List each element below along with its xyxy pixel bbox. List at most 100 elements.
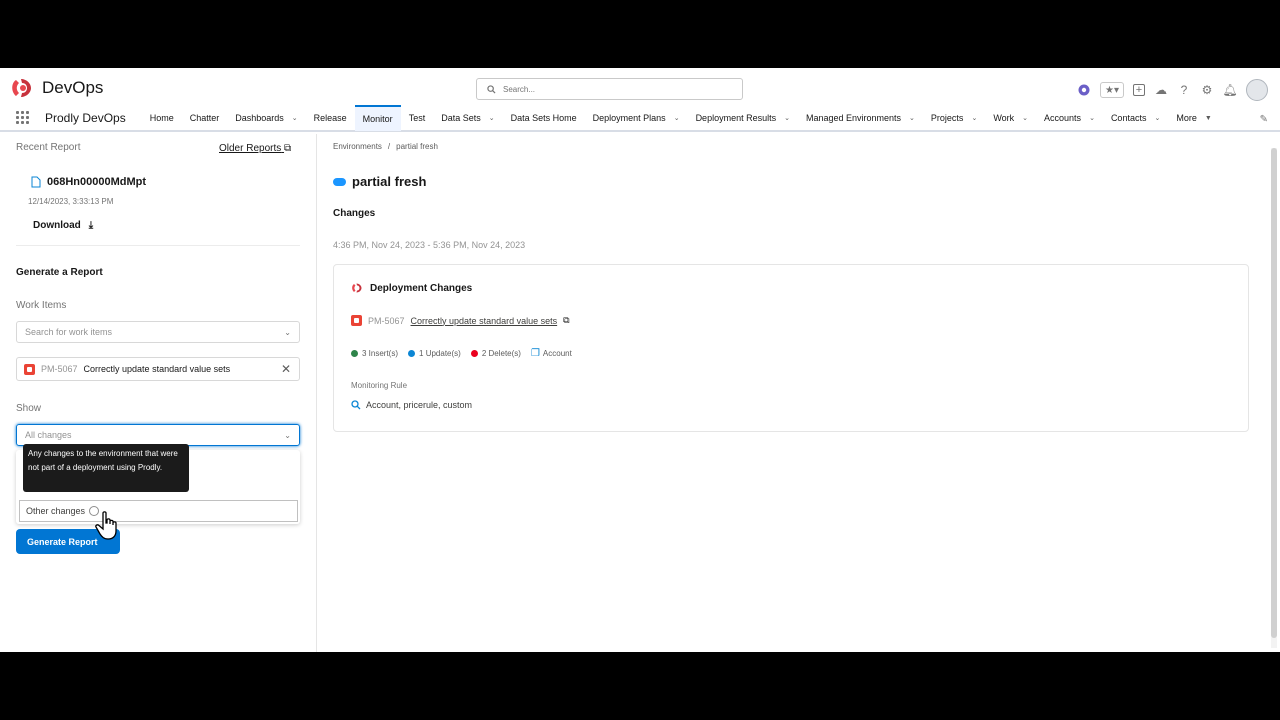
app-title: DevOps: [42, 78, 104, 97]
chevron-down-icon[interactable]: ⌄: [971, 114, 977, 122]
cloud-setup-icon[interactable]: ☁: [1154, 83, 1168, 97]
chevron-down-icon[interactable]: ⌄: [292, 114, 298, 122]
file-date: 12/14/2023, 3:33:13 PM: [28, 197, 114, 206]
app-logo[interactable]: DevOps: [10, 77, 103, 99]
nav-item-managed-environments[interactable]: Managed Environments ⌄: [798, 105, 923, 131]
older-reports-link[interactable]: Older Reports ⧉: [219, 143, 291, 154]
generate-report-heading: Generate a Report: [16, 267, 103, 278]
nav-item-release[interactable]: Release: [306, 105, 355, 131]
app-nav-bar: Prodly DevOps Home Chatter Dashboards ⌄ Rele…: [0, 105, 1280, 132]
chevron-down-icon[interactable]: ⌄: [1154, 114, 1160, 122]
work-item-title: Correctly update standard value sets: [83, 364, 231, 374]
nav-item-more[interactable]: More ▼: [1168, 105, 1219, 131]
breadcrumb: Environments / partial fresh: [333, 142, 438, 151]
work-items-placeholder: Search for work items: [25, 327, 113, 337]
favorites-star-icon[interactable]: ★▾: [1100, 82, 1124, 98]
show-select[interactable]: All changes ⌄: [16, 424, 300, 446]
nav-item-data-sets[interactable]: Data Sets ⌄: [433, 105, 502, 131]
nav-item-label: Contacts: [1110, 113, 1147, 123]
work-item-icon: [24, 363, 35, 375]
nav-item-label: Data Sets Home: [510, 113, 577, 123]
global-search-input[interactable]: Search...: [476, 78, 743, 100]
nav-item-label: Deployment Plans: [592, 113, 666, 123]
nav-item-label: Data Sets: [441, 113, 481, 123]
salesforce-cloud-icon: [333, 177, 346, 186]
nav-item-monitor[interactable]: Monitor: [354, 105, 401, 131]
update-label: 1 Update(s): [419, 349, 461, 358]
card-title-label: Deployment Changes: [370, 282, 473, 294]
work-items-search-input[interactable]: Search for work items ⌄: [16, 321, 300, 343]
nav-item-home[interactable]: Home: [142, 105, 182, 131]
monitoring-rule-label: Monitoring Rule: [351, 381, 408, 390]
recent-report-file[interactable]: 068Hn00000MdMpt: [31, 176, 146, 188]
external-link-icon[interactable]: ⧉: [563, 315, 569, 326]
nav-item-chatter[interactable]: Chatter: [182, 105, 228, 131]
external-link-icon: ⧉: [284, 143, 292, 154]
scrollbar[interactable]: [1271, 148, 1277, 648]
shield-icon[interactable]: [1077, 83, 1091, 97]
update-dot: [408, 350, 416, 357]
work-items-label: Work Items: [16, 300, 67, 311]
time-range: 4:36 PM, Nov 24, 2023 - 5:36 PM, Nov 24,…: [333, 240, 526, 250]
app-window: DevOps Search... ★▾ + ☁ ? ⚙ 🔔︎ Prodly De…: [0, 68, 1280, 652]
show-label: Show: [16, 403, 42, 414]
chevron-down-icon[interactable]: ⌄: [784, 114, 790, 122]
copy-objects-icon: ❐: [530, 348, 540, 359]
breadcrumb-environments[interactable]: Environments: [333, 142, 382, 151]
option-other-changes[interactable]: Other changes: [19, 500, 298, 522]
work-item-link[interactable]: Correctly update standard value sets: [411, 316, 558, 326]
scrollbar-thumb[interactable]: [1271, 148, 1277, 638]
search-placeholder: Search...: [503, 84, 536, 94]
app-name: Prodly DevOps: [45, 111, 126, 125]
left-panel: [0, 134, 317, 652]
nav-item-label: Deployment Results: [695, 113, 777, 123]
page-title: partial fresh: [333, 174, 426, 189]
search-icon: [487, 84, 496, 94]
chevron-down-icon[interactable]: ⌄: [909, 114, 915, 122]
app-launcher-icon[interactable]: [16, 111, 32, 125]
header-utility-icons: ★▾ + ☁ ? ⚙ 🔔︎: [1077, 79, 1268, 101]
remove-work-item-close-icon[interactable]: ✕: [281, 362, 291, 376]
nav-item-dashboards[interactable]: Dashboards ⌄: [227, 105, 305, 131]
nav-item-label: Accounts: [1044, 113, 1082, 123]
chevron-down-icon[interactable]: ⌄: [489, 114, 495, 122]
chevron-down-icon[interactable]: ⌄: [1022, 114, 1028, 122]
object-badge[interactable]: ❐ Account: [531, 348, 572, 359]
selected-work-item-pill: PM-5067 Correctly update standard value …: [16, 357, 300, 381]
option-label: Other changes: [26, 506, 86, 516]
edit-nav-pencil-icon[interactable]: ✎: [1260, 114, 1268, 125]
nav-item-accounts[interactable]: Accounts ⌄: [1036, 105, 1103, 131]
monitoring-rule: Account, pricerule, custom: [351, 400, 472, 410]
delete-dot: [470, 350, 478, 357]
bell-icon[interactable]: 🔔︎: [1222, 83, 1237, 97]
nav-item-projects[interactable]: Projects ⌄: [923, 105, 985, 131]
nav-item-label: Monitor: [362, 114, 393, 124]
nav-item-label: Work: [993, 113, 1015, 123]
global-header: DevOps Search... ★▾ + ☁ ? ⚙ 🔔︎: [0, 68, 1280, 106]
nav-item-data-sets-home[interactable]: Data Sets Home: [503, 105, 585, 131]
nav-item-test[interactable]: Test: [401, 105, 434, 131]
work-item-row: PM-5067 Correctly update standard value …: [351, 315, 570, 326]
update-count: 1 Update(s): [408, 349, 461, 358]
card-title: Deployment Changes: [351, 282, 472, 294]
document-icon: [31, 176, 41, 188]
chevron-down-icon[interactable]: ⌄: [1089, 114, 1095, 122]
chevron-down-icon: ⌄: [284, 327, 291, 337]
download-button[interactable]: Download ⤓: [33, 220, 93, 231]
add-plus-icon[interactable]: +: [1133, 84, 1145, 96]
gear-icon[interactable]: ⚙: [1200, 83, 1214, 97]
nav-item-label: Release: [313, 113, 347, 123]
delete-count: 2 Delete(s): [470, 349, 521, 358]
nav-item-contacts[interactable]: Contacts ⌄: [1103, 105, 1168, 131]
help-icon[interactable]: ?: [1177, 83, 1191, 97]
avatar[interactable]: [1246, 79, 1268, 101]
chevron-down-icon: ⌄: [284, 430, 291, 440]
nav-item-work[interactable]: Work ⌄: [985, 105, 1036, 131]
work-item-icon: [351, 315, 362, 326]
delete-label: 2 Delete(s): [481, 349, 521, 358]
nav-item-deployment-plans[interactable]: Deployment Plans ⌄: [585, 105, 688, 131]
chevron-down-icon[interactable]: ▼: [1205, 115, 1212, 122]
nav-item-deployment-results[interactable]: Deployment Results ⌄: [688, 105, 798, 131]
work-item-id: PM-5067: [41, 364, 78, 374]
chevron-down-icon[interactable]: ⌄: [674, 114, 680, 122]
